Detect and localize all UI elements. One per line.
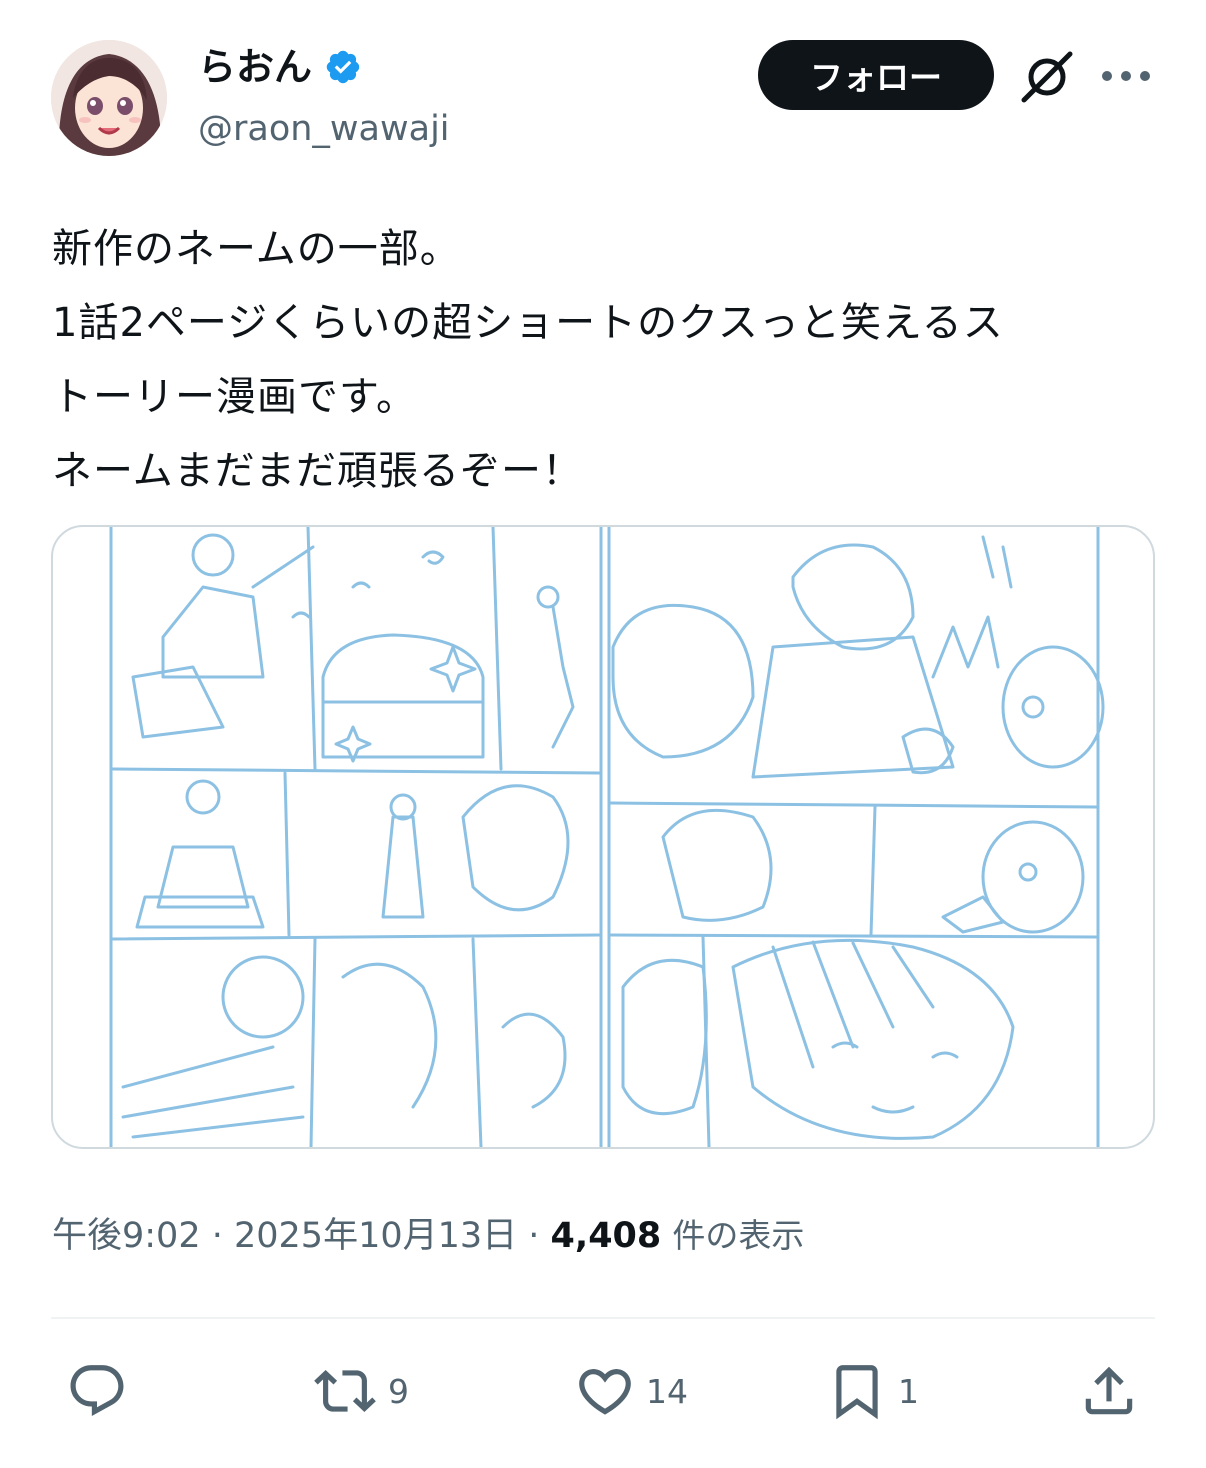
author-handle[interactable]: @raon_wawaji: [198, 106, 450, 152]
tweet-meta: 午後9:02 · 2025年10月13日 · 4,408 件の表示: [52, 1212, 804, 1260]
retweet-icon: [314, 1370, 376, 1412]
reply-icon: [70, 1365, 124, 1417]
tweet-text-line: トーリー漫画です。: [52, 374, 417, 420]
verified-badge-icon: [326, 50, 360, 84]
divider: [51, 1317, 1155, 1319]
tweet-date[interactable]: 2025年10月13日: [234, 1216, 517, 1256]
views-count: 4,408: [550, 1216, 662, 1256]
retweet-count: 9: [388, 1371, 409, 1411]
avatar-image: [51, 40, 167, 156]
reply-button[interactable]: [66, 1356, 128, 1426]
tweet-time[interactable]: 午後9:02: [52, 1216, 201, 1256]
tweet-text: 新作のネームの一部。 1話2ページくらいの超ショートのクスっと笑えるス トーリー…: [52, 212, 1162, 508]
grok-icon[interactable]: [1018, 50, 1076, 104]
retweet-button[interactable]: 9: [312, 1356, 409, 1426]
tweet-text-line: 新作のネームの一部。: [52, 226, 461, 272]
share-button[interactable]: [1078, 1356, 1140, 1426]
views-label: 件の表示: [672, 1216, 805, 1255]
bookmark-count: 1: [898, 1371, 919, 1411]
like-count: 14: [646, 1371, 688, 1411]
bookmark-button[interactable]: 1: [826, 1356, 919, 1426]
author-display-name[interactable]: らおん: [198, 44, 312, 90]
tweet-text-line: 1話2ページくらいの超ショートのクスっと笑えるス: [52, 300, 1004, 346]
tweet-text-line: ネームまだまだ頑張るぞー！: [52, 448, 583, 494]
like-button[interactable]: 14: [574, 1356, 688, 1426]
follow-button[interactable]: フォロー: [758, 40, 994, 110]
meta-separator: ·: [517, 1216, 551, 1256]
author-name-row[interactable]: らおん: [198, 44, 362, 90]
heart-icon: [579, 1369, 631, 1415]
manga-sketch-image: [109, 527, 1105, 1147]
more-icon[interactable]: [1101, 64, 1151, 88]
avatar[interactable]: [51, 40, 167, 156]
tweet-media-image[interactable]: [51, 525, 1155, 1149]
meta-separator: ·: [200, 1216, 234, 1256]
share-icon: [1085, 1366, 1133, 1415]
bookmark-icon: [836, 1365, 878, 1420]
